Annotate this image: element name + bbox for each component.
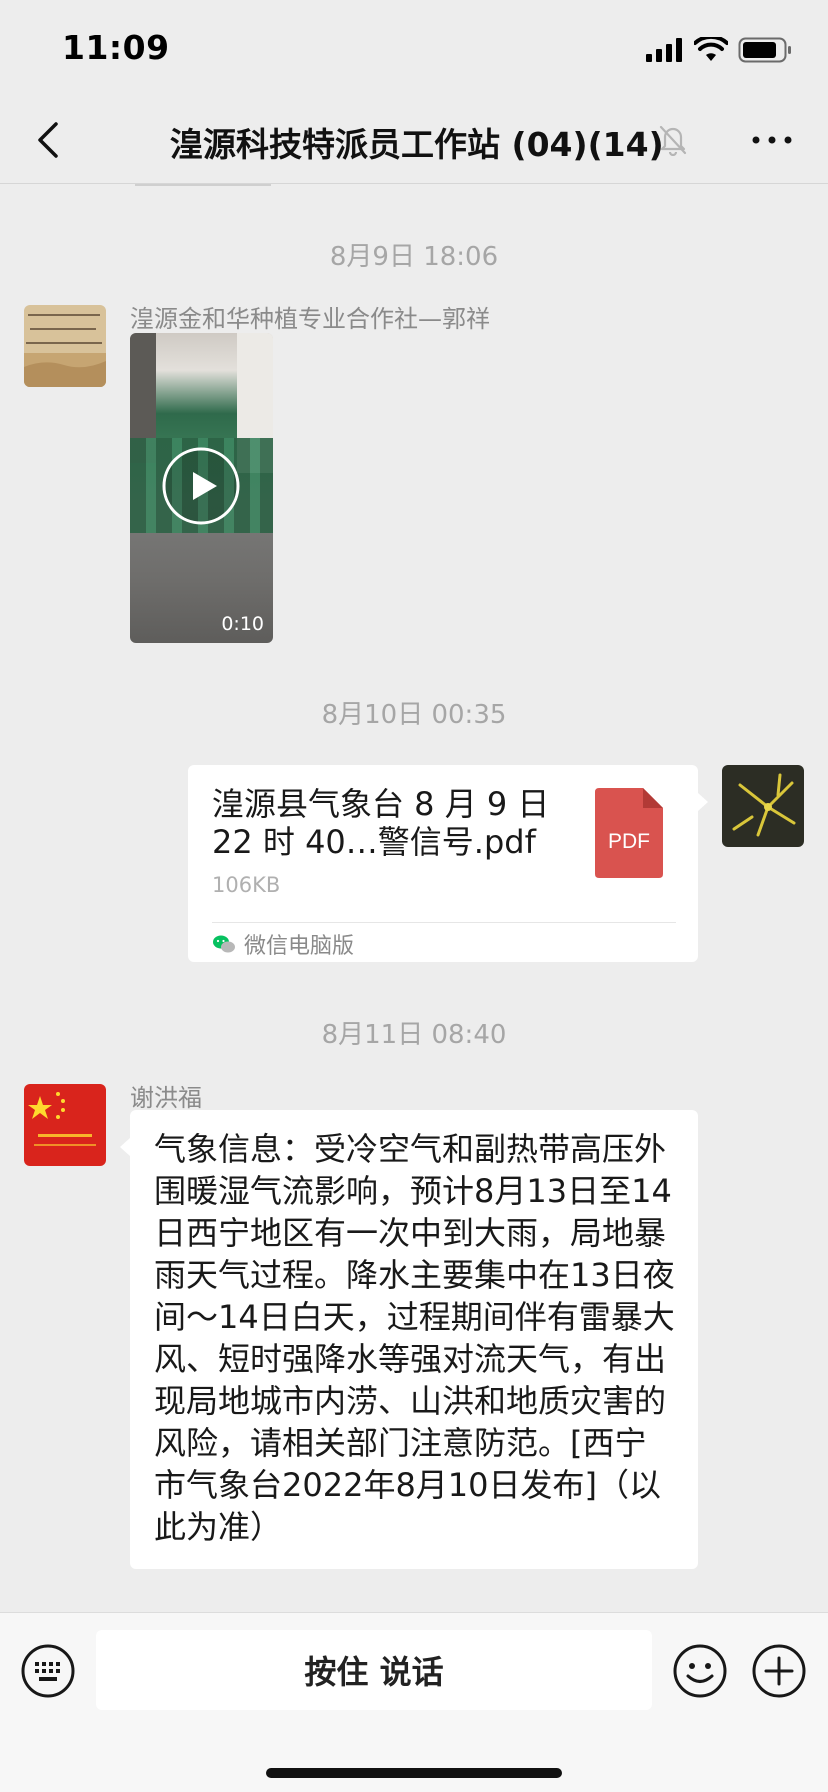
video-message[interactable]: 0:10 (130, 333, 273, 643)
message-text: 气象信息：受冷空气和副热带高压外围暖湿气流影响，预计8月13日至14日西宁地区有… (154, 1130, 675, 1546)
nav-bar: 湟源科技特派员工作站 (04)(14) (0, 96, 828, 184)
status-icons (646, 36, 792, 64)
message-timestamp: 8月10日 00:35 (321, 700, 507, 730)
file-source: 微信电脑版 (212, 929, 354, 959)
file-name: 湟源县气象台 8 月 9 日 22 时 40…警信号.pdf (212, 785, 550, 861)
sender-avatar[interactable] (24, 1084, 106, 1166)
status-bar: 11:09 (0, 0, 828, 96)
message-timestamp: 8月11日 08:40 (321, 1020, 507, 1050)
emoji-button[interactable] (672, 1643, 728, 1699)
message-timestamp: 8月9日 18:06 (329, 242, 499, 272)
text-message[interactable]: 气象信息：受冷空气和副热带高压外围暖湿气流影响，预计8月13日至14日西宁地区有… (120, 1110, 698, 1569)
mute-notifications-icon (659, 125, 687, 156)
file-size: 106KB (212, 873, 281, 897)
input-bar: 按住 说话 (0, 1612, 828, 1792)
sender-name: 湟源金和华种植专业合作社—郭祥 (130, 305, 490, 333)
file-source-label: 微信电脑版 (244, 934, 355, 959)
cellular-signal-icon (646, 38, 682, 62)
pdf-file-icon: PDF (595, 788, 663, 878)
home-indicator[interactable] (266, 1768, 562, 1778)
hold-to-talk-button[interactable]: 按住 说话 (96, 1630, 652, 1710)
back-button[interactable] (26, 116, 74, 164)
video-duration: 0:10 (221, 613, 264, 635)
sender-name: 谢洪福 (130, 1084, 202, 1112)
wechat-icon (213, 935, 235, 953)
keyboard-toggle-button[interactable] (20, 1643, 76, 1699)
more-functions-button[interactable] (751, 1643, 807, 1699)
file-divider (212, 922, 676, 923)
file-message[interactable]: 湟源县气象台 8 月 9 日 22 时 40…警信号.pdf 106KB PDF… (188, 765, 708, 962)
status-time: 11:09 (62, 28, 170, 67)
pdf-badge-label: PDF (608, 830, 650, 853)
battery-icon (738, 37, 791, 63)
sender-avatar[interactable] (24, 305, 106, 387)
chat-title: 湟源科技特派员工作站 (04)(14) (170, 125, 664, 164)
my-avatar[interactable] (722, 765, 804, 847)
more-options-button[interactable] (748, 122, 796, 158)
wifi-icon (694, 37, 728, 61)
chat-screen: 11:09 湟源科技特派员工作站 (04)(14) 8月9日 18:06 湟源金… (0, 0, 828, 1792)
play-icon[interactable] (161, 446, 241, 526)
previous-message-edge (135, 184, 271, 186)
